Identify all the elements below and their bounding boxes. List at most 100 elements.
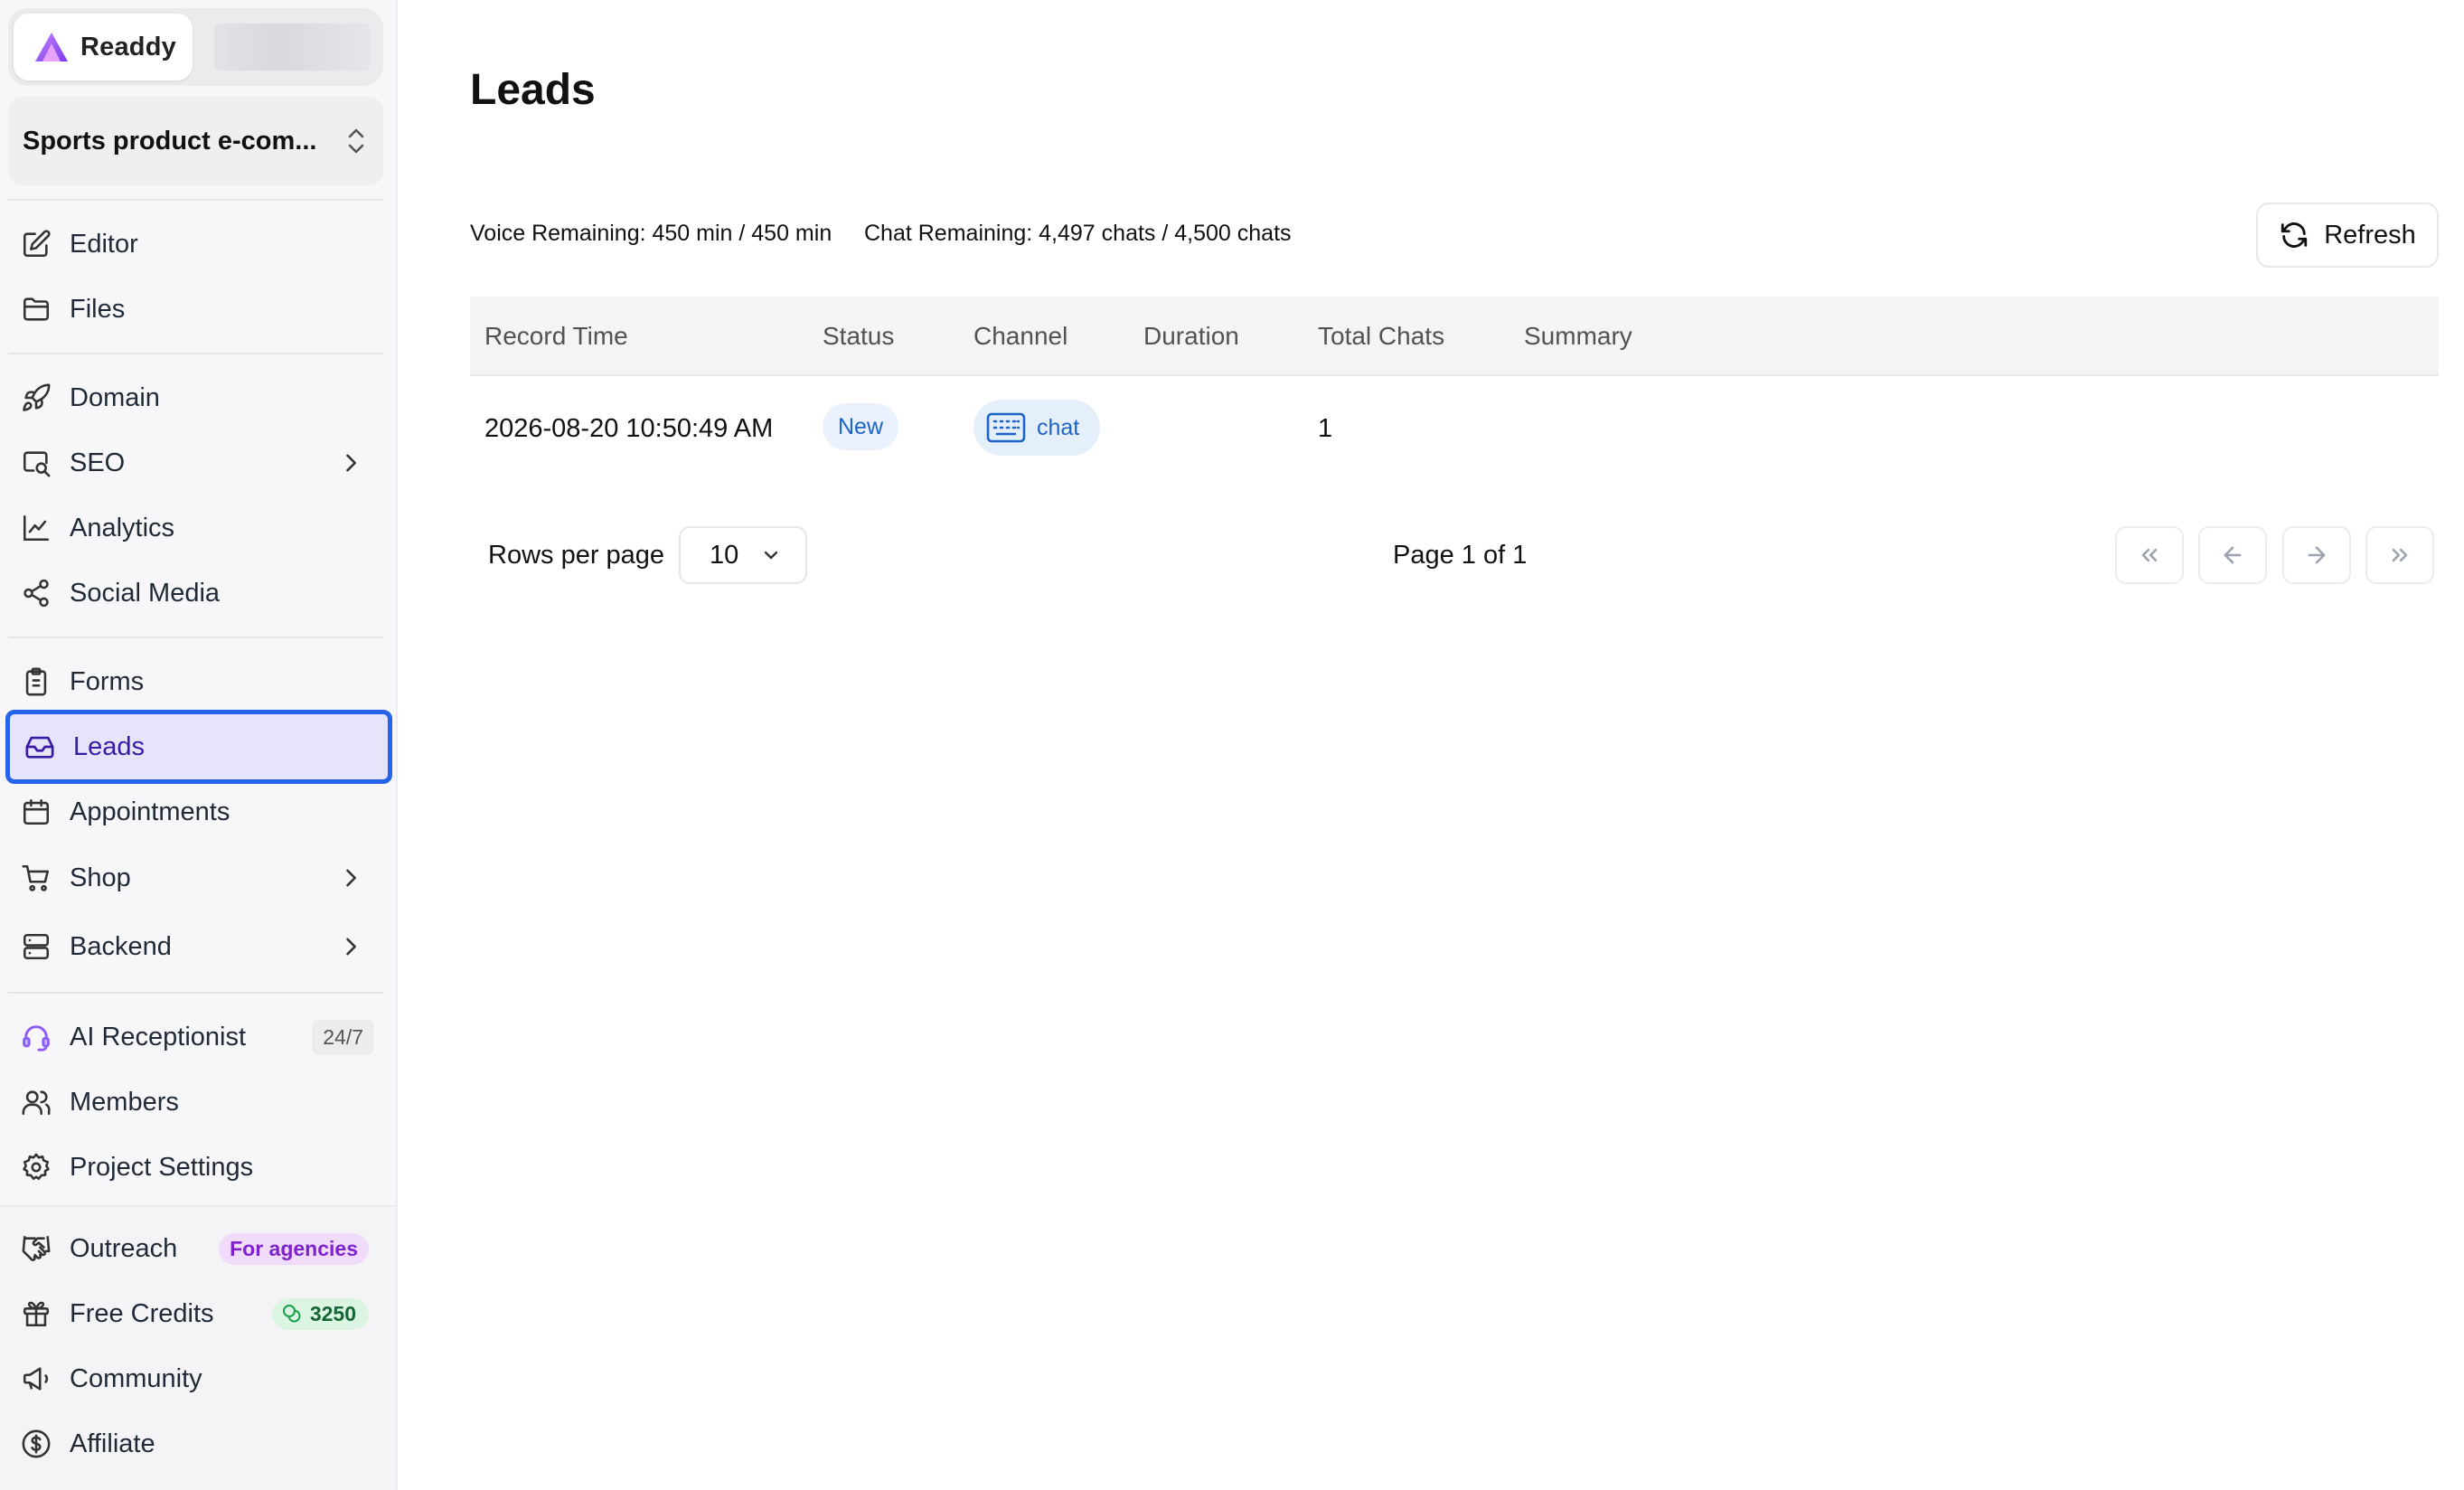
agencies-badge: For agencies	[219, 1232, 369, 1265]
chevron-down-icon	[765, 551, 778, 560]
chart-line-icon	[23, 514, 50, 542]
credits-value: 3250	[309, 1301, 356, 1325]
total-chats-cell: 1	[1318, 414, 1333, 443]
chat-remaining: Chat Remaining: 4,497 chats / 4,500 chat…	[864, 221, 1292, 246]
sidebar-item-editor[interactable]: Editor	[8, 214, 383, 274]
brand-name: Readdy	[80, 32, 176, 61]
first-page-button[interactable]	[2115, 526, 2184, 584]
page-info: Page 1 of 1	[1393, 541, 1528, 570]
sidebar-item-free-credits[interactable]: Free Credits 3250	[8, 1284, 383, 1344]
inbox-icon	[25, 736, 54, 759]
sidebar-item-label: Shop	[70, 863, 131, 892]
record-time-cell: 2026-08-20 10:50:49 AM	[484, 414, 774, 443]
sidebar-divider	[8, 637, 383, 638]
sidebar-item-label: SEO	[70, 448, 126, 477]
table-row[interactable]: 2026-08-20 10:50:49 AM New chat 1	[470, 376, 2439, 477]
megaphone-icon	[23, 1367, 49, 1391]
clipboard-icon	[25, 667, 47, 696]
sidebar-divider	[8, 199, 383, 201]
sidebar-item-backend[interactable]: Backend	[8, 917, 383, 976]
column-header-summary[interactable]: Summary	[1524, 322, 1632, 351]
credits-badge: 3250	[271, 1297, 369, 1330]
refresh-label: Refresh	[2324, 220, 2416, 250]
users-icon	[22, 1090, 51, 1116]
rows-per-page-value: 10	[710, 540, 739, 570]
keyboard-icon	[986, 412, 1026, 443]
arrow-left-icon	[2224, 546, 2242, 564]
sidebar-footer: Outreach For agencies Free Credits 3250 …	[0, 1205, 396, 1490]
sidebar-item-label: Files	[70, 294, 126, 324]
cart-icon	[22, 864, 50, 891]
sidebar-item-seo[interactable]: SEO	[8, 433, 383, 493]
chevron-right-icon	[346, 869, 356, 887]
channel-badge: chat	[973, 400, 1100, 456]
sidebar-item-label: Analytics	[70, 513, 175, 542]
sidebar-item-community[interactable]: Community	[8, 1349, 383, 1409]
sidebar-item-project-settings[interactable]: Project Settings	[8, 1137, 383, 1197]
sidebar-item-files[interactable]: Files	[8, 279, 383, 339]
sidebar-item-appointments[interactable]: Appointments	[8, 782, 383, 842]
sidebar-item-label: Forms	[70, 666, 145, 696]
availability-badge: 24/7	[312, 1019, 374, 1055]
sidebar-item-domain[interactable]: Domain	[8, 368, 383, 428]
sidebar-item-label: Free Credits	[70, 1298, 214, 1328]
leads-table-header: Record Time Status Channel Duration Tota…	[470, 297, 2439, 376]
sidebar-item-label: Domain	[70, 382, 160, 412]
chevron-right-icon	[346, 454, 356, 472]
sidebar-item-social-media[interactable]: Social Media	[8, 563, 383, 623]
sidebar-divider	[8, 353, 383, 354]
sidebar-item-members[interactable]: Members	[8, 1072, 383, 1132]
refresh-button[interactable]: Refresh	[2256, 203, 2439, 268]
project-name: Sports product e-com...	[23, 126, 317, 156]
search-icon	[23, 451, 51, 477]
share-icon	[24, 579, 49, 608]
sidebar-item-label: Outreach	[70, 1233, 178, 1263]
sidebar: Readdy Sports product e-com... Editor Fi…	[0, 0, 398, 1490]
sidebar-item-label: Project Settings	[70, 1152, 254, 1182]
sidebar-item-ai-receptionist[interactable]: AI Receptionist 24/7	[8, 1007, 383, 1067]
sidebar-item-analytics[interactable]: Analytics	[8, 498, 383, 558]
rows-per-page-label: Rows per page	[488, 541, 665, 570]
workspace-placeholder[interactable]	[214, 24, 371, 71]
sidebar-item-forms[interactable]: Forms	[8, 652, 383, 712]
page-title: Leads	[470, 66, 596, 114]
refresh-icon	[2281, 222, 2308, 248]
coins-icon	[282, 1305, 301, 1323]
headset-icon	[23, 1025, 50, 1051]
server-icon	[23, 933, 50, 960]
sidebar-item-label: Social Media	[70, 578, 221, 608]
sidebar-item-label: Members	[70, 1087, 179, 1117]
column-header-total-chats[interactable]: Total Chats	[1318, 322, 1444, 351]
dollar-icon	[22, 1429, 51, 1458]
voice-remaining: Voice Remaining: 450 min / 450 min	[470, 221, 832, 246]
chevrons-left-icon	[2141, 548, 2158, 562]
sidebar-item-leads[interactable]: Leads	[5, 710, 392, 784]
previous-page-button[interactable]	[2198, 526, 2267, 584]
last-page-button[interactable]	[2365, 526, 2434, 584]
sidebar-divider	[8, 992, 383, 994]
column-header-duration[interactable]: Duration	[1143, 322, 1239, 351]
sidebar-item-shop[interactable]: Shop	[8, 848, 383, 908]
channel-label: chat	[1037, 414, 1080, 440]
column-header-channel[interactable]: Channel	[973, 322, 1067, 351]
column-header-status[interactable]: Status	[823, 322, 894, 351]
sidebar-item-label: AI Receptionist	[70, 1022, 247, 1051]
sidebar-item-outreach[interactable]: Outreach For agencies	[8, 1219, 383, 1278]
edit-icon	[23, 230, 51, 258]
rocket-icon	[23, 383, 51, 411]
pagination: Rows per page 10 Page 1 of 1	[470, 524, 2439, 586]
column-header-record-time[interactable]: Record Time	[484, 322, 628, 351]
sidebar-item-label: Affiliate	[70, 1429, 155, 1458]
project-selector[interactable]: Sports product e-com...	[8, 97, 383, 185]
folder-icon	[23, 297, 50, 321]
workspace-switcher: Readdy	[8, 8, 383, 86]
chevrons-right-icon	[2392, 548, 2408, 562]
brand-logo-button[interactable]: Readdy	[14, 14, 193, 80]
sidebar-item-label: Leads	[73, 731, 146, 761]
rows-per-page-select[interactable]: 10	[679, 526, 807, 584]
status-badge: New	[823, 403, 898, 450]
next-page-button[interactable]	[2282, 526, 2351, 584]
sidebar-item-affiliate[interactable]: Affiliate	[8, 1414, 383, 1474]
calendar-icon	[23, 798, 50, 825]
chevron-up-down-icon	[348, 128, 364, 154]
